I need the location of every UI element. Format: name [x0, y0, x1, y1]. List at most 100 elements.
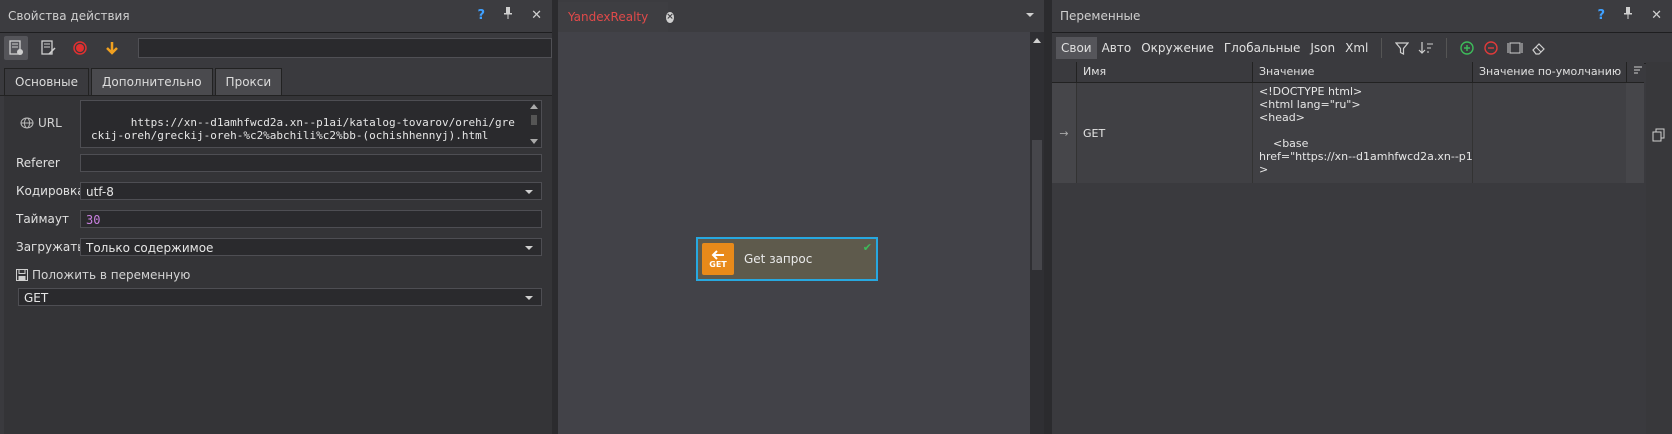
- plus-circle-icon: [1460, 41, 1475, 55]
- copy-icon[interactable]: [1652, 128, 1666, 142]
- sort-icon: [1418, 42, 1434, 54]
- referer-row: Referer: [16, 156, 80, 170]
- url-scrollbar[interactable]: [529, 103, 539, 145]
- sort-button[interactable]: [1414, 37, 1438, 59]
- download-button[interactable]: [100, 36, 124, 60]
- resize-columns-button[interactable]: [1503, 37, 1527, 59]
- save-icon: [16, 269, 28, 281]
- row-arrow-icon: →: [1059, 126, 1069, 140]
- table-row[interactable]: → GET <!DOCTYPE html> <html lang="ru"> <…: [1052, 83, 1644, 183]
- timeout-input[interactable]: 30: [80, 210, 542, 228]
- toolbar-divider: [1381, 38, 1383, 58]
- action-toolbar: [0, 33, 552, 63]
- record-icon: [73, 41, 87, 55]
- get-request-node[interactable]: GET Get запрос ✔: [696, 237, 878, 281]
- canvas-tabbar: YandexRealty ×: [558, 0, 1044, 33]
- row-marker-header: [1052, 62, 1076, 82]
- timeout-row: Таймаут: [16, 212, 80, 226]
- timeout-label: Таймаут: [16, 212, 69, 226]
- tab-json[interactable]: Json: [1305, 37, 1340, 59]
- main-tab-content: URL https://xn--d1amhfwcd2a.xn--p1ai/kat…: [4, 96, 552, 434]
- help-icon[interactable]: ?: [1598, 8, 1606, 23]
- action-properties-panel: Свойства действия ? ✕ Основные Дополните…: [0, 0, 552, 434]
- minus-circle-icon: [1484, 41, 1499, 55]
- tab-global[interactable]: Глобальные: [1219, 37, 1306, 59]
- url-label: URL: [38, 116, 62, 130]
- save-to-var-select[interactable]: GET: [18, 288, 542, 306]
- add-variable-button[interactable]: [1455, 37, 1479, 59]
- variables-side-strip: [1646, 62, 1672, 434]
- action-search-input[interactable]: [138, 38, 552, 58]
- globe-icon: [20, 117, 34, 129]
- pin-icon[interactable]: [503, 7, 513, 23]
- tab-title: YandexRealty: [568, 10, 649, 24]
- project-canvas-panel: YandexRealty × GET Get запрос ✔: [558, 0, 1044, 434]
- tab-own[interactable]: Свои: [1056, 37, 1097, 59]
- scroll-thumb[interactable]: [1032, 140, 1042, 270]
- close-tab-icon[interactable]: ×: [666, 11, 674, 23]
- referer-input[interactable]: [80, 154, 542, 172]
- load-row: Загружать: [16, 240, 85, 254]
- workflow-canvas[interactable]: GET Get запрос ✔: [558, 32, 1030, 434]
- variables-panel: Переменные ? ✕ Свои Авто Окружение Глоба…: [1052, 0, 1672, 434]
- clear-button[interactable]: [1527, 37, 1551, 59]
- eraser-icon: [1532, 43, 1546, 55]
- help-icon[interactable]: ?: [478, 8, 486, 23]
- edit-doc-button[interactable]: [36, 36, 60, 60]
- url-input[interactable]: https://xn--d1amhfwcd2a.xn--p1ai/katalog…: [80, 100, 542, 148]
- get-request-icon: GET: [702, 243, 734, 275]
- panel-title: Свойства действия: [8, 9, 130, 23]
- referer-label: Referer: [16, 156, 60, 170]
- encoding-label: Кодировка: [16, 184, 85, 198]
- arrow-left-icon: [711, 249, 724, 260]
- save-to-var-label: Положить в переменную: [32, 268, 191, 282]
- variables-toolbar: Свои Авто Окружение Глобальные Json Xml: [1052, 33, 1672, 64]
- check-icon: ✔: [862, 241, 872, 254]
- variable-name-cell[interactable]: GET: [1076, 83, 1252, 183]
- url-value: https://xn--d1amhfwcd2a.xn--p1ai/katalog…: [91, 116, 515, 142]
- save-to-var-row: Положить в переменную: [16, 268, 190, 282]
- column-chooser-icon[interactable]: [1626, 62, 1644, 82]
- filter-icon: [1395, 42, 1410, 55]
- load-select[interactable]: Только содержимое: [80, 238, 542, 256]
- record-button[interactable]: [68, 36, 92, 60]
- table-empty-area: [1052, 183, 1672, 434]
- tab-environment[interactable]: Окружение: [1136, 37, 1219, 59]
- column-name-header[interactable]: Имя: [1076, 62, 1252, 82]
- close-icon[interactable]: ✕: [1651, 8, 1662, 23]
- properties-doc-button[interactable]: [4, 36, 28, 60]
- column-value-header[interactable]: Значение: [1252, 62, 1472, 82]
- canvas-vertical-scrollbar[interactable]: [1030, 32, 1044, 434]
- variables-title: Переменные: [1060, 9, 1141, 23]
- url-row: URL: [20, 116, 62, 130]
- document-edit-icon: [41, 40, 56, 55]
- load-label: Загружать: [16, 240, 85, 254]
- document-gear-icon: [9, 40, 23, 55]
- filter-button[interactable]: [1390, 37, 1414, 59]
- scroll-up-icon[interactable]: [1033, 38, 1041, 43]
- panel-titlebar: Свойства действия ? ✕: [0, 0, 552, 33]
- variables-table-header: Имя Значение Значение по-умолчанию: [1052, 62, 1644, 83]
- columns-icon: [1507, 42, 1523, 54]
- tabs-dropdown-icon[interactable]: [1026, 13, 1034, 17]
- tab-yandexrealty[interactable]: YandexRealty ×: [558, 2, 674, 32]
- tab-advanced[interactable]: Дополнительно: [91, 68, 213, 95]
- variables-titlebar: Переменные ? ✕: [1052, 0, 1672, 33]
- arrow-down-icon: [106, 42, 118, 55]
- tab-proxy[interactable]: Прокси: [214, 68, 283, 95]
- variable-default-cell[interactable]: [1472, 83, 1626, 183]
- variable-value-cell[interactable]: <!DOCTYPE html> <html lang="ru"> <head> …: [1252, 83, 1491, 183]
- node-label: Get запрос: [744, 252, 813, 266]
- get-icon-text: GET: [709, 259, 727, 269]
- tab-main[interactable]: Основные: [4, 68, 90, 95]
- column-default-header[interactable]: Значение по-умолчанию: [1472, 62, 1626, 82]
- close-icon[interactable]: ✕: [531, 8, 542, 23]
- encoding-select[interactable]: utf-8: [80, 182, 542, 200]
- property-tabs: Основные Дополнительно Прокси: [0, 67, 552, 96]
- tab-xml[interactable]: Xml: [1340, 37, 1373, 59]
- toolbar-divider: [1446, 38, 1448, 58]
- encoding-row: Кодировка: [16, 184, 85, 198]
- remove-variable-button[interactable]: [1479, 37, 1503, 59]
- pin-icon[interactable]: [1623, 7, 1633, 23]
- tab-auto[interactable]: Авто: [1097, 37, 1137, 59]
